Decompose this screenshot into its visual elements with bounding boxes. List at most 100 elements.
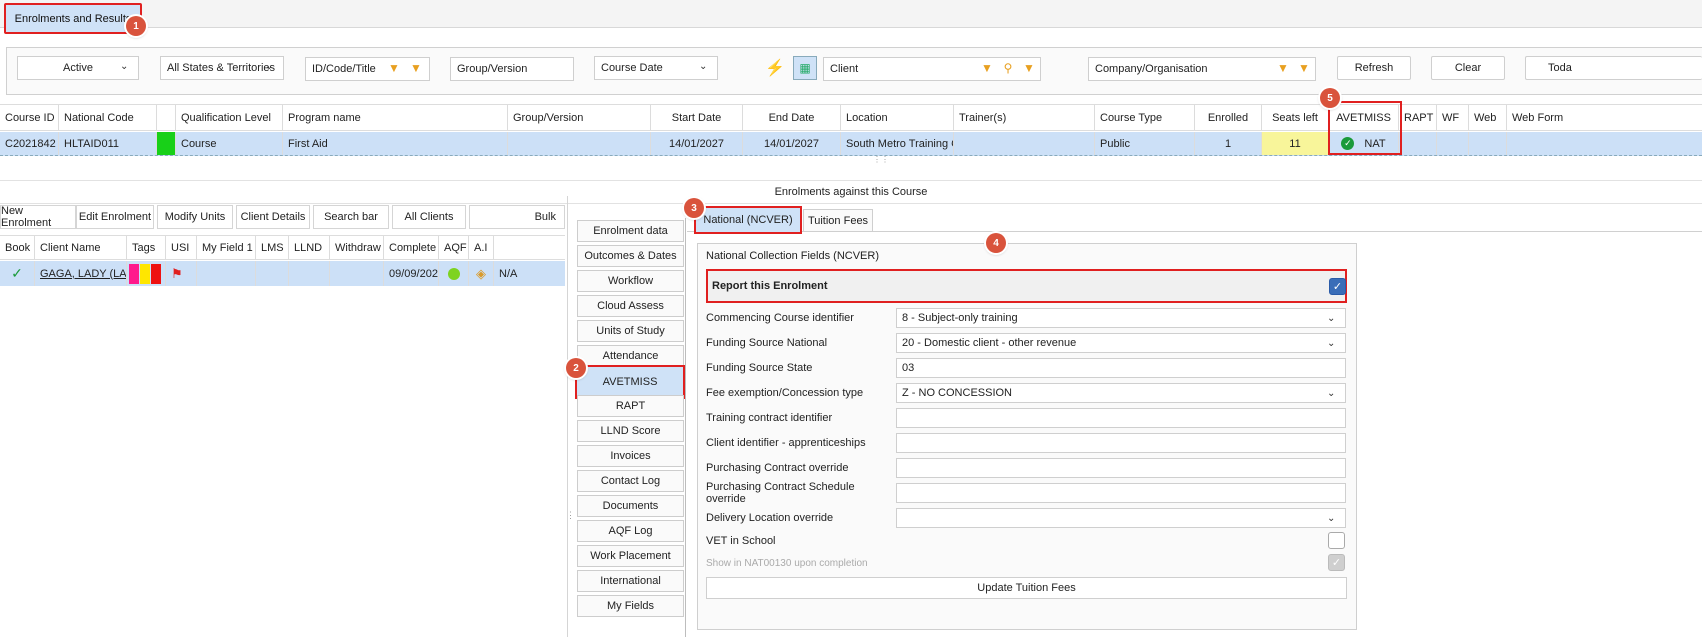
side-tab-international[interactable]: International bbox=[577, 570, 684, 592]
clear-filter-icon[interactable]: ▼ bbox=[1296, 60, 1312, 76]
side-tab-documents[interactable]: Documents bbox=[577, 495, 684, 517]
table-row[interactable]: ✓ GAGA, LADY (LAD ⚑ 09/09/2025 ◈ N/A bbox=[0, 261, 565, 286]
today-button[interactable]: Toda bbox=[1525, 56, 1702, 80]
bulk-button[interactable]: Bulk bbox=[469, 205, 565, 229]
col-program-name[interactable]: Program name bbox=[283, 105, 508, 130]
col-llnd[interactable]: LLND bbox=[289, 236, 330, 259]
field-row: Commencing Course identifier 8 - Subject-… bbox=[706, 307, 1346, 329]
chevron-down-icon: ⌄ bbox=[699, 61, 708, 72]
group-version-input[interactable]: Group/Version bbox=[450, 57, 574, 81]
col-usi[interactable]: USI bbox=[166, 236, 197, 259]
funding-source-state-input[interactable]: 03 bbox=[896, 358, 1346, 378]
tab-enrolments-and-results[interactable]: Enrolments and Results bbox=[4, 3, 142, 34]
filter-options-icon[interactable]: ▼ bbox=[386, 60, 402, 76]
col-national-code[interactable]: National Code bbox=[59, 105, 157, 130]
field-label: Client identifier - apprenticeships bbox=[706, 437, 866, 449]
col-web-form[interactable]: Web Form bbox=[1507, 105, 1702, 130]
web-cell bbox=[1469, 132, 1507, 155]
col-withdraw[interactable]: Withdraw bbox=[330, 236, 384, 259]
splitter-grip-icon[interactable]: ⋮ bbox=[566, 510, 575, 522]
col-color[interactable] bbox=[157, 105, 176, 130]
all-clients-button[interactable]: All Clients bbox=[392, 205, 466, 229]
clear-filter-icon[interactable]: ▼ bbox=[408, 60, 424, 76]
col-lms[interactable]: LMS bbox=[256, 236, 289, 259]
table-row[interactable]: C2021842 HLTAID011 Course First Aid 14/0… bbox=[0, 132, 1702, 156]
side-tab-cloud-assess[interactable]: Cloud Assess bbox=[577, 295, 684, 317]
grid-view-icon[interactable]: ▦ bbox=[793, 56, 817, 80]
new-enrolment-button[interactable]: New Enrolment bbox=[0, 205, 76, 229]
show-nat-checkbox[interactable]: ✓ bbox=[1328, 554, 1345, 571]
field-row: Fee exemption/Concession type Z - NO CONC… bbox=[706, 382, 1346, 404]
fee-exemption-select[interactable]: Z - NO CONCESSION ⌄ bbox=[896, 383, 1346, 403]
clear-filter-icon[interactable]: ▼ bbox=[1021, 60, 1037, 76]
side-tab-units-of-study[interactable]: Units of Study bbox=[577, 320, 684, 342]
web-form-cell bbox=[1507, 132, 1702, 155]
client-name-link[interactable]: GAGA, LADY (LAD bbox=[35, 261, 127, 286]
col-aqf[interactable]: AQF bbox=[439, 236, 469, 259]
tab-national-ncver[interactable]: National (NCVER) bbox=[694, 206, 802, 234]
avetmiss-value: NAT bbox=[1364, 137, 1386, 150]
client-identifier-input[interactable] bbox=[896, 433, 1346, 453]
splitter-grip-icon[interactable]: ⋮⋮ bbox=[873, 156, 889, 164]
modify-units-button[interactable]: Modify Units bbox=[157, 205, 233, 229]
side-tab-enrolment-data[interactable]: Enrolment data bbox=[577, 220, 684, 242]
side-tab-avetmiss[interactable]: AVETMISS bbox=[575, 365, 685, 399]
col-complete[interactable]: Complete bbox=[384, 236, 439, 259]
col-course-id[interactable]: Course ID bbox=[0, 105, 59, 130]
report-enrolment-checkbox[interactable]: ✓ bbox=[1329, 278, 1346, 295]
col-ai[interactable]: A.I bbox=[469, 236, 494, 259]
side-tab-outcomes-dates[interactable]: Outcomes & Dates bbox=[577, 245, 684, 267]
col-book[interactable]: Book bbox=[0, 236, 35, 259]
side-tab-invoices[interactable]: Invoices bbox=[577, 445, 684, 467]
side-tab-attendance[interactable]: Attendance bbox=[577, 345, 684, 367]
clear-button[interactable]: Clear bbox=[1431, 56, 1505, 80]
purchasing-schedule-input[interactable] bbox=[896, 483, 1346, 503]
purchasing-contract-input[interactable] bbox=[896, 458, 1346, 478]
edit-enrolment-button[interactable]: Edit Enrolment bbox=[76, 205, 154, 229]
col-my-field-1[interactable]: My Field 1 bbox=[197, 236, 256, 259]
col-end-date[interactable]: End Date bbox=[743, 105, 841, 130]
field-value: 8 - Subject-only training bbox=[902, 312, 1018, 324]
col-client-name[interactable]: Client Name bbox=[35, 236, 127, 259]
side-tab-work-placement[interactable]: Work Placement bbox=[577, 545, 684, 567]
tab-tuition-fees[interactable]: Tuition Fees bbox=[803, 209, 873, 232]
col-wf[interactable]: WF bbox=[1437, 105, 1469, 130]
side-tab-contact-log[interactable]: Contact Log bbox=[577, 470, 684, 492]
report-enrolment-row: Report this Enrolment ✓ bbox=[706, 269, 1347, 303]
col-rapt[interactable]: RAPT bbox=[1399, 105, 1437, 130]
col-trainers[interactable]: Trainer(s) bbox=[954, 105, 1095, 130]
col-web[interactable]: Web bbox=[1469, 105, 1507, 130]
course-date-select[interactable]: Course Date ⌄ bbox=[594, 56, 718, 80]
col-tags[interactable]: Tags bbox=[127, 236, 166, 259]
side-tab-rapt[interactable]: RAPT bbox=[577, 395, 684, 417]
col-location[interactable]: Location bbox=[841, 105, 954, 130]
key-icon[interactable]: ⚲ bbox=[1000, 60, 1016, 76]
company-filter-icon[interactable]: ▼ bbox=[1275, 60, 1291, 76]
status-select[interactable]: Active ⌄ bbox=[17, 56, 139, 80]
states-select[interactable]: All States & Territories ⌄ bbox=[160, 56, 284, 80]
training-contract-input[interactable] bbox=[896, 408, 1346, 428]
vet-in-school-checkbox[interactable] bbox=[1328, 532, 1345, 549]
client-details-button[interactable]: Client Details bbox=[236, 205, 310, 229]
col-start-date[interactable]: Start Date bbox=[651, 105, 743, 130]
search-bar-button[interactable]: Search bar bbox=[313, 205, 389, 229]
col-group-version[interactable]: Group/Version bbox=[508, 105, 651, 130]
panel-title: National Collection Fields (NCVER) bbox=[706, 250, 880, 262]
col-avetmiss[interactable]: AVETMISS bbox=[1329, 105, 1399, 130]
col-qualification-level[interactable]: Qualification Level bbox=[176, 105, 283, 130]
chevron-down-icon: ⌄ bbox=[1327, 338, 1336, 349]
col-course-type[interactable]: Course Type bbox=[1095, 105, 1195, 130]
client-filter-icon[interactable]: ▼ bbox=[979, 60, 995, 76]
side-tab-workflow[interactable]: Workflow bbox=[577, 270, 684, 292]
col-seats-left[interactable]: Seats left bbox=[1262, 105, 1329, 130]
delivery-location-select[interactable]: ⌄ bbox=[896, 508, 1346, 528]
refresh-button[interactable]: Refresh bbox=[1337, 56, 1411, 80]
commencing-course-select[interactable]: 8 - Subject-only training ⌄ bbox=[896, 308, 1346, 328]
funding-source-national-select[interactable]: 20 - Domestic client - other revenue ⌄ bbox=[896, 333, 1346, 353]
col-enrolled[interactable]: Enrolled bbox=[1195, 105, 1262, 130]
lightning-icon[interactable]: ⚡ bbox=[765, 58, 785, 78]
side-tab-llnd-score[interactable]: LLND Score bbox=[577, 420, 684, 442]
update-tuition-fees-button[interactable]: Update Tuition Fees bbox=[706, 577, 1347, 599]
side-tab-aqf-log[interactable]: AQF Log bbox=[577, 520, 684, 542]
side-tab-my-fields[interactable]: My Fields bbox=[577, 595, 684, 617]
